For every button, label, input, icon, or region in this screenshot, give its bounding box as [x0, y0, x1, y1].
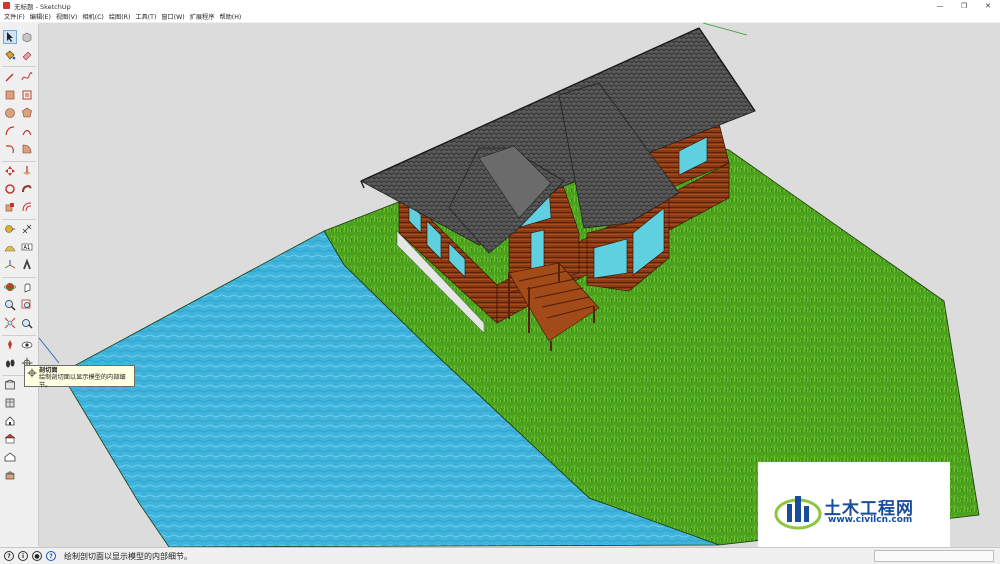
house-1-icon[interactable]: [3, 432, 17, 446]
pan-icon[interactable]: [20, 280, 34, 294]
zoom-icon[interactable]: [3, 298, 17, 312]
watermark-logo-icon: [774, 496, 822, 530]
title-bar: 无标题 - SketchUp: [0, 0, 1000, 11]
menu-edit[interactable]: 编辑(E): [30, 12, 51, 21]
text-icon[interactable]: A1: [20, 240, 34, 254]
minimize-button[interactable]: —: [928, 0, 952, 11]
extension-warehouse-icon[interactable]: [3, 396, 17, 410]
arc-icon[interactable]: [3, 124, 17, 138]
protractor-icon[interactable]: [3, 240, 17, 254]
blue-axis-line: [39, 337, 60, 364]
sketchup-app-icon: [3, 2, 10, 9]
menu-tools[interactable]: 工具(T): [135, 12, 156, 21]
pie-icon[interactable]: [20, 142, 34, 156]
toolbar-separator: [2, 335, 36, 336]
circle-icon[interactable]: [3, 106, 17, 120]
scale-icon[interactable]: [3, 200, 17, 214]
follow-me-icon[interactable]: [20, 182, 34, 196]
menu-draw[interactable]: 绘图(R): [109, 12, 131, 21]
green-axis-line: [702, 23, 748, 36]
make-component-icon[interactable]: [20, 30, 34, 44]
house-2-icon[interactable]: [3, 450, 17, 464]
tooltip-line-1: 绘制剖切面以显示模型的内部细: [39, 374, 126, 382]
pencil-line-icon[interactable]: [3, 70, 17, 84]
tool-palette: A1: [0, 24, 39, 546]
zoom-extents-icon[interactable]: [3, 316, 17, 330]
house-3-icon[interactable]: [3, 468, 17, 482]
rotated-rectangle-icon[interactable]: [20, 88, 34, 102]
window-title: 无标题 - SketchUp: [14, 2, 71, 11]
move-icon[interactable]: [3, 164, 17, 178]
tape-measure-icon[interactable]: [3, 222, 17, 236]
section-plane-icon: [27, 368, 37, 378]
walk-icon[interactable]: [3, 356, 17, 370]
warehouse-icon[interactable]: [3, 378, 17, 392]
geo-location-icon[interactable]: ?: [4, 551, 14, 561]
3d-text-icon[interactable]: [20, 258, 34, 272]
close-button[interactable]: ✕: [976, 0, 1000, 11]
measurements-box[interactable]: [874, 550, 994, 562]
rectangle-icon[interactable]: [3, 88, 17, 102]
restore-button[interactable]: ❐: [952, 0, 976, 11]
toolbar-separator: [2, 219, 36, 220]
orbit-icon[interactable]: [3, 280, 17, 294]
position-camera-icon[interactable]: [3, 338, 17, 352]
credits-icon[interactable]: i: [18, 551, 28, 561]
menu-file[interactable]: 文件(F): [4, 12, 25, 21]
layout-icon[interactable]: [3, 414, 17, 428]
previous-view-icon[interactable]: [20, 316, 34, 330]
menu-bar: 文件(F) 编辑(E) 视图(V) 相机(C) 绘图(R) 工具(T) 窗口(W…: [0, 11, 1000, 22]
svg-text:A1: A1: [24, 245, 31, 251]
menu-window[interactable]: 窗口(W): [161, 12, 184, 21]
instructor-icon[interactable]: ?: [46, 551, 56, 561]
polygon-icon[interactable]: [20, 106, 34, 120]
section-plane-tooltip: 剖切面 绘制剖切面以显示模型的内部细 节。: [24, 365, 135, 389]
select-icon[interactable]: [3, 30, 17, 44]
arc-2pt-icon[interactable]: [20, 124, 34, 138]
menu-extensions[interactable]: 扩展程序: [190, 12, 215, 21]
eraser-icon[interactable]: [20, 48, 34, 62]
arc-3pt-icon[interactable]: [3, 142, 17, 156]
watermark-url: www.civilcn.com: [828, 515, 913, 525]
status-message: 绘制剖切面以显示模型的内部细节。: [64, 551, 192, 561]
status-bar: ? i ● ? 绘制剖切面以显示模型的内部细节。: [0, 547, 1000, 564]
offset-icon[interactable]: [20, 200, 34, 214]
zoom-window-icon[interactable]: [20, 298, 34, 312]
menu-view[interactable]: 视图(V): [56, 12, 77, 21]
axes-icon[interactable]: [3, 258, 17, 272]
toolbar-separator: [2, 66, 36, 67]
freehand-icon[interactable]: [20, 70, 34, 84]
user-icon[interactable]: ●: [32, 551, 42, 561]
tooltip-line-2: 节。: [39, 381, 52, 389]
toolbar-separator: [2, 161, 36, 162]
push-pull-icon[interactable]: [20, 164, 34, 178]
dimension-icon[interactable]: [20, 222, 34, 236]
site-watermark: 土木工程网 www.civilcn.com: [758, 462, 950, 558]
look-around-icon[interactable]: [20, 338, 34, 352]
menu-camera[interactable]: 相机(C): [82, 12, 104, 21]
menu-help[interactable]: 帮助(H): [219, 12, 241, 21]
toolbar-separator: [2, 277, 36, 278]
rotate-icon[interactable]: [3, 182, 17, 196]
paint-bucket-icon[interactable]: [3, 48, 17, 62]
